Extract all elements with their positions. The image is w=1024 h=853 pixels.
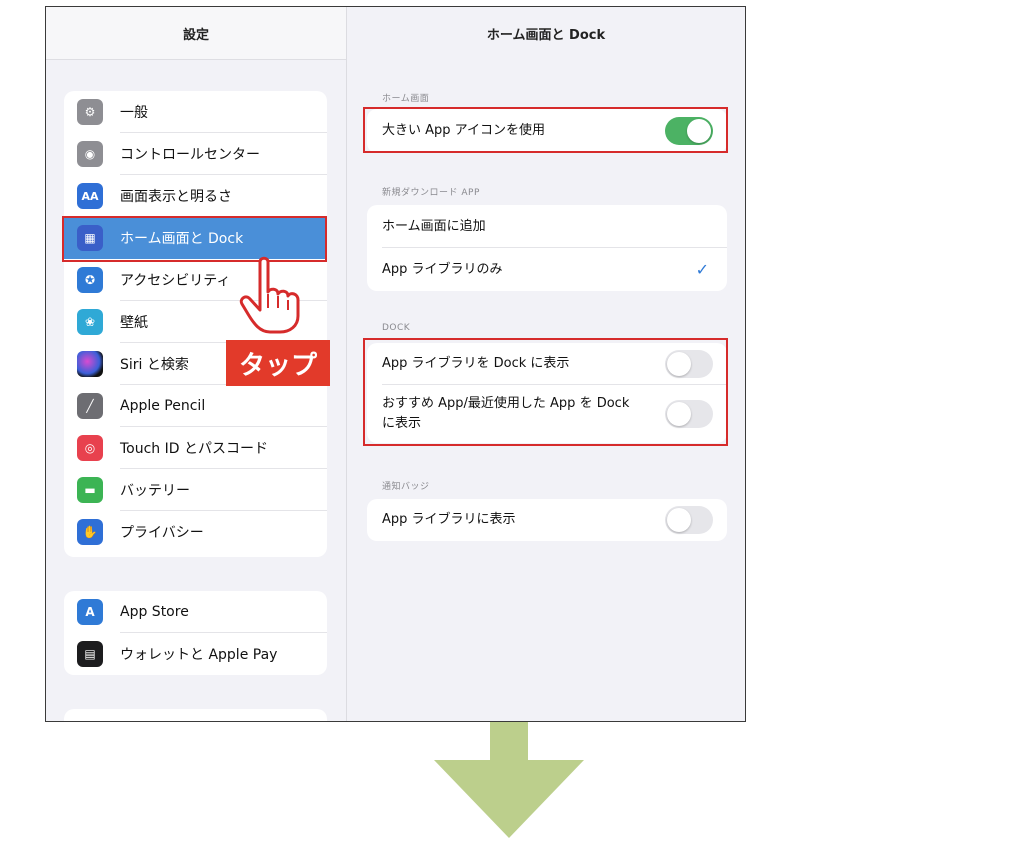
sidebar-item-touch-id[interactable]: ◎ Touch ID とパスコード xyxy=(64,427,327,469)
sidebar-group-partial xyxy=(64,709,327,721)
suggested-apps-toggle[interactable] xyxy=(665,400,713,428)
sidebar-item-label: 一般 xyxy=(120,105,148,121)
row-large-app-icon: 大きい App アイコンを使用 xyxy=(367,109,727,153)
section-label-download: 新規ダウンロード APP xyxy=(382,188,480,198)
row-label: おすすめ App/最近使用した App を Dock に表示 xyxy=(382,396,630,431)
card-dock: App ライブラリを Dock に表示 おすすめ App/最近使用した App … xyxy=(367,343,727,443)
sidebar-item-label: プライバシー xyxy=(120,525,204,541)
sidebar-item-label: コントロールセンター xyxy=(120,147,260,163)
sidebar-item-general[interactable]: ⚙ 一般 xyxy=(64,91,327,133)
section-label-badge: 通知バッジ xyxy=(382,482,430,492)
row-show-library-in-dock: App ライブラリを Dock に表示 xyxy=(367,343,727,385)
sidebar-item-label: App Store xyxy=(120,604,189,620)
app-store-icon: A xyxy=(77,599,103,625)
sidebar-item-label: ウォレットと Apple Pay xyxy=(120,647,278,663)
badge-library-toggle[interactable] xyxy=(665,506,713,534)
sidebar-item-home-screen-dock[interactable]: ▦ ホーム画面と Dock xyxy=(64,217,327,259)
sidebar-item-wallet[interactable]: ▤ ウォレットと Apple Pay xyxy=(64,633,327,675)
sidebar-item-privacy[interactable]: ✋ プライバシー xyxy=(64,511,327,553)
home-screen-icon: ▦ xyxy=(77,225,103,251)
row-label: App ライブラリを Dock に表示 xyxy=(382,356,570,371)
large-icon-toggle[interactable] xyxy=(665,117,713,145)
control-center-icon: ◉ xyxy=(77,141,103,167)
row-app-library-only[interactable]: App ライブラリのみ ✓ xyxy=(367,248,727,291)
ipad-settings-screen: 設定 ⚙ 一般 ◉ コントロールセンター AA 画面表示と明るさ ▦ ホーム画面… xyxy=(45,6,746,722)
sidebar-item-label: Apple Pencil xyxy=(120,398,206,414)
card-download: ホーム画面に追加 App ライブラリのみ ✓ xyxy=(367,205,727,291)
sidebar-item-label: Siri と検索 xyxy=(120,357,189,373)
battery-icon: ▬ xyxy=(77,477,103,503)
tap-hand-icon xyxy=(239,256,300,334)
siri-icon xyxy=(77,351,103,377)
pencil-icon: ╱ xyxy=(77,393,103,419)
privacy-hand-icon: ✋ xyxy=(77,519,103,545)
row-show-in-library: App ライブラリに表示 xyxy=(367,499,727,541)
sidebar-item-label: アクセシビリティ xyxy=(120,273,231,289)
row-label: App ライブラリのみ xyxy=(382,261,503,277)
section-label-home: ホーム画面 xyxy=(382,94,430,104)
sidebar-item-control-center[interactable]: ◉ コントロールセンター xyxy=(64,133,327,175)
section-label-dock: DOCK xyxy=(382,323,411,333)
card-badge: App ライブラリに表示 xyxy=(367,499,727,541)
wallet-icon: ▤ xyxy=(77,641,103,667)
sidebar-item-label: 壁紙 xyxy=(120,315,148,331)
sidebar-item-label: 画面表示と明るさ xyxy=(120,189,232,205)
sidebar-item-battery[interactable]: ▬ バッテリー xyxy=(64,469,327,511)
sidebar-item-app-store[interactable]: A App Store xyxy=(64,591,327,633)
row-add-to-home[interactable]: ホーム画面に追加 xyxy=(367,205,727,248)
gear-icon: ⚙ xyxy=(77,99,103,125)
accessibility-icon: ✪ xyxy=(77,267,103,293)
tap-label: タップ xyxy=(226,340,330,386)
sidebar-item-apple-pencil[interactable]: ╱ Apple Pencil xyxy=(64,385,327,427)
wallpaper-icon: ❀ xyxy=(77,309,103,335)
row-suggested-recent-apps: おすすめ App/最近使用した App を Dock に表示 xyxy=(367,385,727,443)
sidebar-title: 設定 xyxy=(46,7,346,60)
sidebar-group-apps: A App Store ▤ ウォレットと Apple Pay xyxy=(64,591,327,675)
fingerprint-icon: ◎ xyxy=(77,435,103,461)
card-home: 大きい App アイコンを使用 xyxy=(367,109,727,153)
sidebar-item-label: Touch ID とパスコード xyxy=(120,441,268,457)
row-label: 大きい App アイコンを使用 xyxy=(382,123,546,138)
display-brightness-icon: AA xyxy=(77,183,103,209)
down-arrow-icon xyxy=(434,722,584,838)
row-label: App ライブラリに表示 xyxy=(382,512,516,527)
sidebar-item-label: ホーム画面と Dock xyxy=(120,231,244,247)
checkmark-icon: ✓ xyxy=(695,260,709,279)
detail-panel: ホーム画面と Dock ホーム画面 大きい App アイコンを使用 新規ダウンロ… xyxy=(347,7,745,721)
row-label: ホーム画面に追加 xyxy=(382,218,486,234)
page-title: ホーム画面と Dock xyxy=(486,27,606,43)
library-dock-toggle[interactable] xyxy=(665,350,713,378)
sidebar-item-display[interactable]: AA 画面表示と明るさ xyxy=(64,175,327,217)
sidebar-item-label: バッテリー xyxy=(120,483,190,499)
